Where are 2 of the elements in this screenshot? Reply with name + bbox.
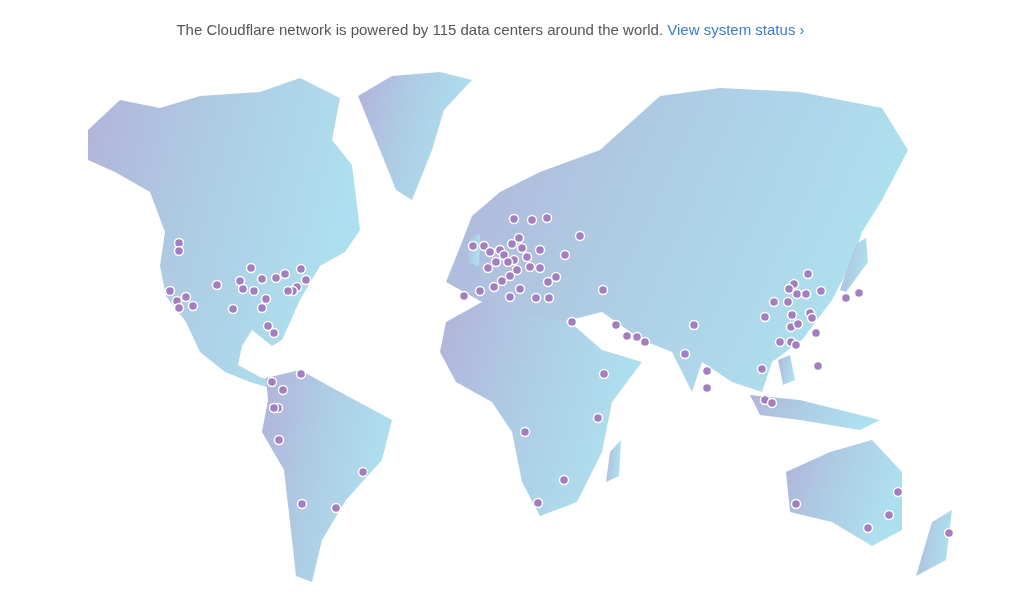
system-status-link[interactable]: View system status › [667, 20, 805, 38]
headline-text: The Cloudflare network is powered by 115 data centers around the world. View system status › [176, 19, 805, 40]
